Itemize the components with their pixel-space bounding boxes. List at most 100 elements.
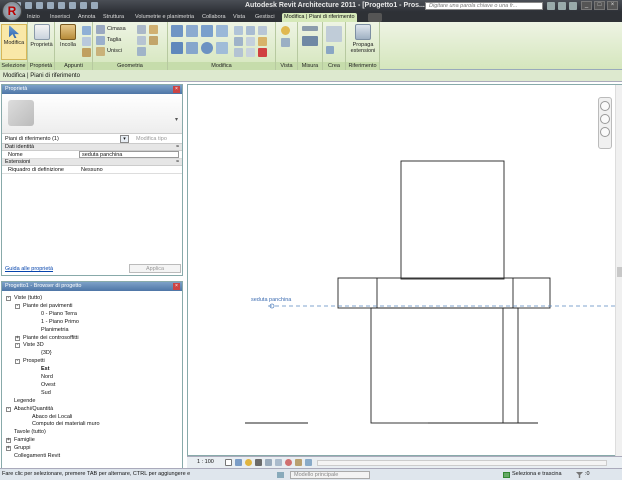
browser-item[interactable]: Est xyxy=(41,366,50,373)
view-scale[interactable]: 1 : 100 xyxy=(197,459,214,465)
copy-icon[interactable] xyxy=(82,37,91,46)
paint-icon[interactable] xyxy=(149,25,158,34)
match-type-icon[interactable] xyxy=(82,48,91,57)
cut-geometry-button[interactable]: Taglia xyxy=(107,37,121,43)
browser-item[interactable]: 0 - Piano Terra xyxy=(41,311,77,318)
tab-inizio[interactable]: Inizio xyxy=(27,13,40,22)
chevron-down-icon[interactable]: ▾ xyxy=(120,135,129,143)
measure-icon[interactable] xyxy=(58,2,65,9)
collapse-icon[interactable]: ≈ xyxy=(176,159,179,166)
elevation-drawing[interactable] xyxy=(188,85,615,456)
close-icon[interactable]: × xyxy=(173,86,180,93)
horizontal-scrollbar[interactable] xyxy=(317,460,607,466)
browser-item[interactable]: Ovest xyxy=(41,382,55,389)
edit-type-button[interactable]: Modifica tipo xyxy=(136,134,167,144)
upper-block[interactable] xyxy=(400,160,505,280)
expand-toggle-icon[interactable]: + xyxy=(6,446,11,452)
mirror-draw-icon[interactable] xyxy=(216,25,228,37)
reference-plane-label[interactable]: seduta panchina xyxy=(251,297,291,303)
shadows-icon[interactable] xyxy=(255,459,262,466)
bench-seat[interactable] xyxy=(337,277,551,309)
tab-struttura[interactable]: Struttura xyxy=(103,13,124,22)
browser-item[interactable]: 1 - Piano Primo xyxy=(41,319,79,326)
type-selector[interactable]: Piani di riferimento (1) ▾ Modifica tipo xyxy=(2,134,182,144)
align-icon[interactable] xyxy=(171,25,183,37)
collapse-toggle-icon[interactable]: - xyxy=(6,296,11,301)
ribbon-minimize-icon[interactable] xyxy=(368,13,382,22)
browser-item[interactable]: Abachi/Quantità xyxy=(14,406,53,413)
collapse-toggle-icon[interactable]: - xyxy=(15,343,20,349)
properties-help-link[interactable]: Guida alle proprietà xyxy=(5,266,53,272)
move-icon[interactable] xyxy=(171,42,183,54)
cut-geometry-icon[interactable] xyxy=(96,36,105,45)
browser-item[interactable]: Collegamenti Revit xyxy=(14,453,60,460)
drag-checkbox-icon[interactable] xyxy=(503,472,510,478)
split-face-icon[interactable] xyxy=(137,36,146,45)
browser-item[interactable]: {3D} xyxy=(41,350,52,357)
tab-inserisci[interactable]: Inserisci xyxy=(50,13,70,22)
tab-gestisci[interactable]: Gestisci xyxy=(255,13,275,22)
active-model-selector[interactable]: Modello principale xyxy=(290,471,370,479)
application-button[interactable]: R xyxy=(2,1,22,21)
pencil-icon[interactable] xyxy=(281,38,290,47)
collapse-toggle-icon[interactable]: - xyxy=(6,406,11,412)
cope-button[interactable]: Cimasa xyxy=(107,26,126,32)
expand-toggle-icon[interactable]: + xyxy=(15,335,20,341)
array-icon[interactable] xyxy=(246,26,255,35)
trim-extend-icon[interactable] xyxy=(216,42,228,54)
reveal-hidden-icon[interactable] xyxy=(295,459,302,466)
browser-item[interactable]: Abaco dei Locali xyxy=(32,414,72,421)
analysis-icon[interactable] xyxy=(305,459,312,466)
tab-collabora[interactable]: Collabora xyxy=(202,13,226,22)
collapse-icon[interactable]: ≈ xyxy=(176,144,179,151)
cut-icon[interactable] xyxy=(82,26,91,35)
scroll-down-icon[interactable]: ▾ xyxy=(175,116,178,123)
tab-annota[interactable]: Annota xyxy=(78,13,95,22)
join-icon[interactable] xyxy=(96,47,105,56)
select-and-drag-toggle[interactable]: Seleziona e trascina xyxy=(512,469,562,480)
redo-icon[interactable] xyxy=(47,2,54,9)
zoom-icon[interactable] xyxy=(600,114,610,124)
join-button[interactable]: Unisci xyxy=(107,48,122,54)
minimize-button[interactable]: _ xyxy=(581,1,592,10)
browser-item[interactable]: Piante dei controsoffitti xyxy=(23,335,79,342)
steering-wheel-icon[interactable] xyxy=(600,101,610,111)
browser-item[interactable]: Viste 3D xyxy=(23,342,44,349)
expand-toggle-icon[interactable]: + xyxy=(6,438,11,444)
modify-button[interactable]: Modifica xyxy=(1,24,27,60)
scope-box-value[interactable]: Nessuno xyxy=(79,166,179,173)
visual-style-icon[interactable] xyxy=(235,459,242,466)
unpin-icon[interactable] xyxy=(234,48,243,57)
create-similar-icon[interactable] xyxy=(326,26,342,42)
detail-level-icon[interactable] xyxy=(225,459,232,466)
maximize-button[interactable]: □ xyxy=(594,1,605,10)
delete-icon[interactable] xyxy=(258,48,267,57)
mirror-axis-icon[interactable] xyxy=(201,25,213,37)
section-icon[interactable] xyxy=(91,2,98,9)
help-icon[interactable] xyxy=(569,2,577,10)
apply-button[interactable]: Applica xyxy=(129,264,181,273)
copy-element-icon[interactable] xyxy=(186,42,198,54)
workset-icon[interactable] xyxy=(277,472,284,478)
browser-item[interactable]: Sud xyxy=(41,390,51,397)
hide-isolate-icon[interactable] xyxy=(285,459,292,466)
dimension-icon[interactable] xyxy=(302,36,318,46)
browser-item[interactable]: Gruppi xyxy=(14,445,31,452)
propagate-extents-button[interactable]: Propaga estensioni xyxy=(348,24,378,54)
scale-icon[interactable] xyxy=(258,26,267,35)
browser-item[interactable]: Prospetti xyxy=(23,358,45,365)
close-icon[interactable]: × xyxy=(173,283,180,290)
rotate-icon[interactable] xyxy=(201,42,213,54)
pan-icon[interactable] xyxy=(600,127,610,137)
split-gap-icon[interactable] xyxy=(246,48,255,57)
crop-view-icon[interactable] xyxy=(265,459,272,466)
save-icon[interactable] xyxy=(25,2,32,9)
properties-button[interactable]: Proprietà xyxy=(29,24,54,48)
split-icon[interactable] xyxy=(234,26,243,35)
star-icon[interactable] xyxy=(558,2,566,10)
tab-vista[interactable]: Vista xyxy=(233,13,245,22)
sun-path-icon[interactable] xyxy=(245,459,252,466)
paste-button[interactable]: Incolla xyxy=(57,24,79,48)
lower-block[interactable] xyxy=(370,307,519,424)
category-extents[interactable]: Estensioni ≈ xyxy=(2,159,182,166)
